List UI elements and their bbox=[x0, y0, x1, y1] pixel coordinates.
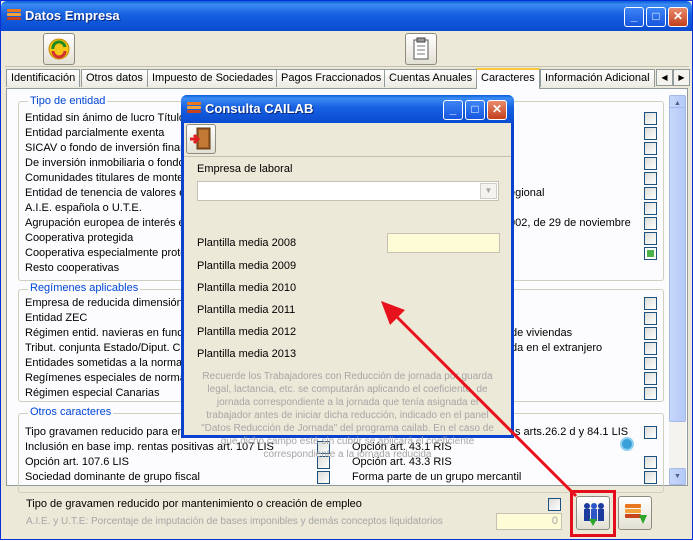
main-window: Datos Empresa _ □ ✕ Identificación Otros… bbox=[0, 0, 693, 540]
tab-caracteres[interactable]: Caracteres bbox=[476, 68, 540, 89]
annotation-arrow bbox=[381, 301, 578, 498]
